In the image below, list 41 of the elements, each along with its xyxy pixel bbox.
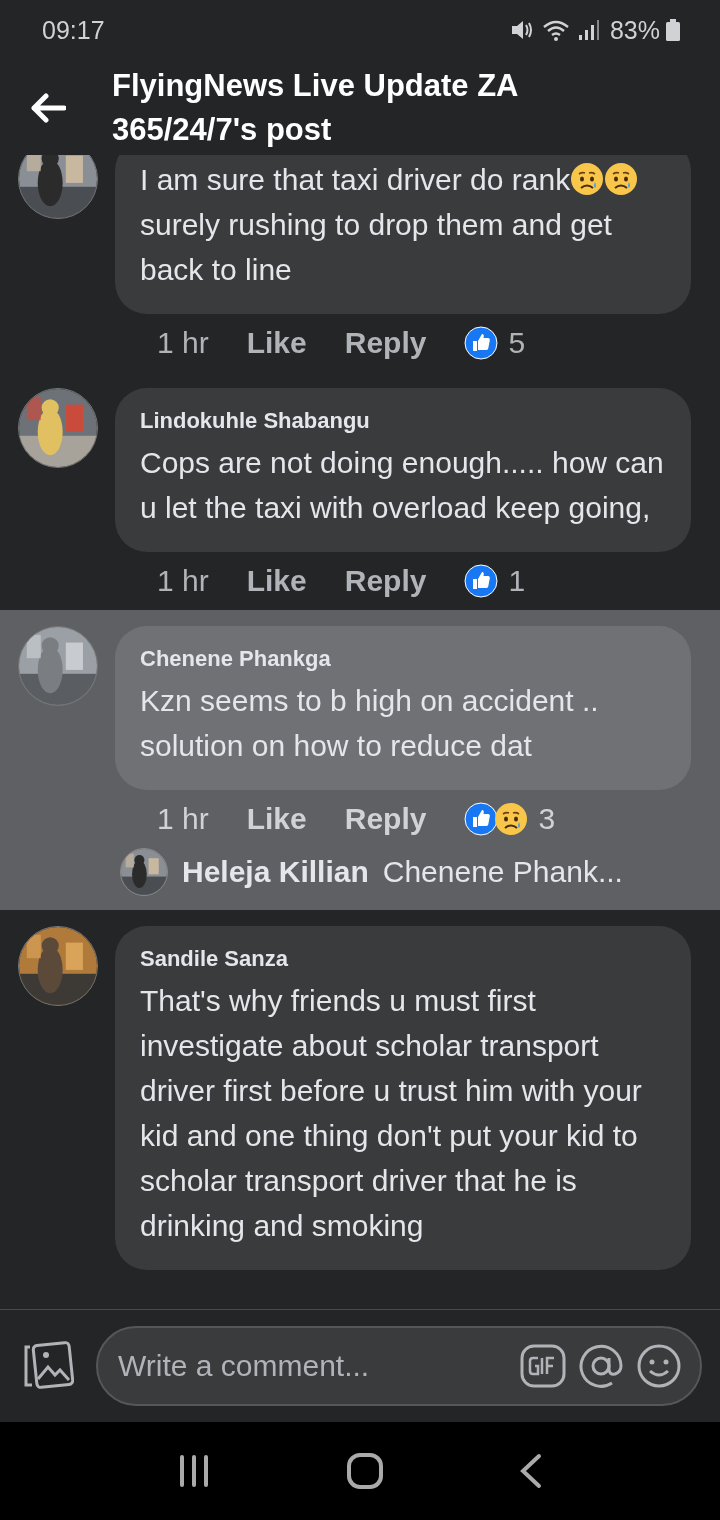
- comment-field[interactable]: Write a comment...: [96, 1326, 702, 1406]
- crying-face-icon: [570, 162, 605, 196]
- home-icon[interactable]: [346, 1452, 384, 1490]
- gif-icon[interactable]: [520, 1344, 566, 1388]
- comment-text: Cops are not doing enough..... how can u let the taxi with overload keep going,: [140, 445, 665, 526]
- comment-text: That's why friends u must first investigate about scholar transport driver first before u trust him with your kid and one thing don't put your kid to scholar transport driver that he is drinking and smoking: [140, 983, 643, 1244]
- like-button[interactable]: Like: [246, 564, 307, 598]
- signal-icon: [577, 19, 600, 41]
- reply-author[interactable]: Heleja Killian: [182, 855, 369, 889]
- sad-reaction-icon: [494, 802, 529, 836]
- commenter-name[interactable]: Chenene Phankga: [140, 644, 665, 674]
- commenter-name[interactable]: Sandile Sanza: [140, 944, 665, 974]
- reaction-count: 1: [508, 564, 526, 598]
- reply-text[interactable]: Chenene Phank...: [382, 855, 623, 889]
- like-button[interactable]: Like: [246, 326, 307, 360]
- emoji-icon[interactable]: [636, 1343, 682, 1389]
- reply-button[interactable]: Reply: [344, 802, 427, 836]
- reaction-count: 5: [508, 326, 526, 360]
- clock-time: 09:17: [42, 15, 105, 45]
- photo-icon[interactable]: [22, 1341, 74, 1391]
- back-icon[interactable]: [518, 1453, 543, 1489]
- reply-button[interactable]: Reply: [344, 326, 427, 360]
- battery-percent: 83%: [609, 15, 660, 45]
- comment-time: 1 hr: [157, 326, 209, 360]
- mention-icon[interactable]: [578, 1343, 624, 1389]
- back-arrow-icon: [30, 92, 66, 123]
- wifi-icon: [541, 19, 570, 41]
- comment-time: 1 hr: [157, 564, 209, 598]
- commenter-name[interactable]: Lindokuhle Shabangu: [140, 406, 665, 436]
- reply-button[interactable]: Reply: [344, 564, 427, 598]
- like-reaction-icon: [464, 326, 499, 360]
- like-reaction-icon: [464, 564, 499, 598]
- like-reaction-icon: [464, 802, 499, 836]
- like-button[interactable]: Like: [246, 802, 307, 836]
- comment-text: I am sure that taxi driver do rank surely rushing to drop them and get back to line: [140, 157, 665, 292]
- comment-time: 1 hr: [157, 802, 209, 836]
- post-title: FlyingNews Live Update ZA 365/24/7's post: [112, 66, 519, 149]
- crying-face-icon: [604, 162, 639, 196]
- comment-text: Kzn seems to b high on accident .. solution on how to reduce dat: [140, 683, 600, 764]
- reaction-count: 3: [538, 802, 556, 836]
- battery-icon: [666, 19, 680, 41]
